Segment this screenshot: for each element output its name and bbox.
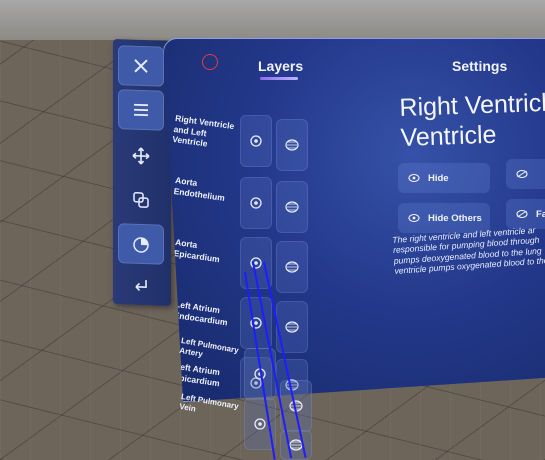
fade-toggle[interactable]: [276, 119, 308, 171]
menu-button[interactable]: [118, 89, 164, 131]
tab-layers[interactable]: Layers: [258, 58, 303, 74]
active-tab-underline: [260, 77, 298, 80]
layer-title: Right Ventricle Ventricle: [399, 87, 545, 153]
side-toolbar: [113, 38, 171, 307]
record-indicator-icon: [202, 54, 218, 70]
eye-icon: [408, 173, 420, 183]
layer-name: Right Ventricle and Left Ventricle: [171, 113, 235, 149]
eye-icon: [254, 418, 266, 430]
eye-icon: [250, 257, 262, 269]
menu-icon: [134, 103, 148, 117]
list-item[interactable]: Aorta Endothelium: [170, 169, 310, 233]
layer-name: Left Pulmonary Vein: [178, 392, 240, 414]
list-item[interactable]: Aorta Epicardium: [170, 231, 310, 293]
eye-icon: [250, 197, 262, 209]
fade-toggle[interactable]: [276, 181, 308, 233]
eye-icon: [408, 213, 420, 223]
hide-label: Hide: [428, 172, 449, 184]
list-item[interactable]: Right Ventricle and Left Ventricle: [170, 107, 310, 171]
fade-eye-icon: [516, 209, 528, 219]
overflow-layer-rows: Left Pulmonary Artery Left Pulmonary Vei…: [178, 330, 318, 460]
title-line: Right Ventricle: [399, 88, 545, 122]
fade-button[interactable]: [506, 159, 545, 189]
layer-name: Left Atrium Endocardium: [173, 299, 229, 327]
fade-eye-icon: [285, 261, 299, 273]
chart-button[interactable]: [118, 223, 164, 265]
visibility-toggle[interactable]: [240, 177, 272, 229]
layer-name: Left Pulmonary Artery: [178, 336, 240, 359]
hide-button[interactable]: Hide: [398, 163, 490, 193]
layers-button[interactable]: [118, 179, 164, 221]
layers-overlap-icon: [133, 192, 149, 208]
hide-others-label: Hide Others: [428, 212, 482, 224]
layer-name: Aorta Epicardium: [173, 237, 221, 264]
sky-background: [0, 0, 545, 40]
fade-eye-icon: [285, 139, 299, 151]
tab-settings[interactable]: Settings: [452, 58, 507, 74]
close-button[interactable]: [118, 45, 164, 87]
move-button[interactable]: [118, 135, 164, 177]
layer-name: Aorta Endothelium: [173, 175, 226, 203]
eye-icon: [250, 135, 262, 147]
visibility-toggle[interactable]: [240, 115, 272, 167]
fade-others-label: Fac: [536, 208, 545, 220]
return-icon: [135, 280, 147, 291]
move-icon: [132, 147, 150, 165]
close-icon: [134, 59, 148, 73]
return-button[interactable]: [118, 265, 164, 307]
title-line: Ventricle: [400, 120, 497, 152]
fade-eye-icon: [516, 169, 528, 179]
fade-toggle[interactable]: [276, 241, 308, 293]
pie-chart-icon: [133, 237, 149, 253]
fade-eye-icon: [285, 201, 299, 213]
